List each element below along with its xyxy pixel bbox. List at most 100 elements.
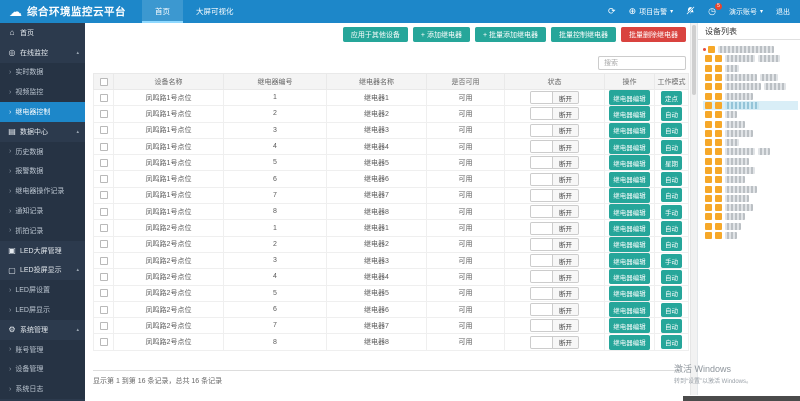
sidebar-item-account-mgmt[interactable]: › 账号管理	[0, 339, 85, 360]
row-checkbox[interactable]	[99, 338, 108, 347]
device-tree-item[interactable]	[703, 147, 798, 156]
row-checkbox[interactable]	[99, 191, 108, 200]
device-tree-item[interactable]	[703, 175, 798, 184]
row-checkbox[interactable]	[99, 256, 108, 265]
status-toggle[interactable]: 断开	[530, 335, 579, 349]
status-toggle[interactable]: 断开	[530, 123, 579, 137]
device-tree-item[interactable]	[703, 194, 798, 203]
status-toggle[interactable]: 断开	[530, 156, 579, 170]
row-checkbox[interactable]	[99, 305, 108, 314]
sidebar-item-realtime-data[interactable]: › 实时数据	[0, 62, 85, 83]
status-toggle[interactable]: 断开	[530, 319, 579, 333]
relay-edit-button[interactable]: 继电器编辑	[609, 318, 650, 333]
relay-edit-button[interactable]: 继电器编辑	[609, 172, 650, 187]
account-dropdown[interactable]: 演示账号 ▾	[729, 7, 763, 17]
relay-edit-button[interactable]: 继电器编辑	[609, 139, 650, 154]
sidebar-item-video-monitor[interactable]: › 视频监控	[0, 82, 85, 103]
status-toggle[interactable]: 断开	[530, 205, 579, 219]
row-checkbox[interactable]	[99, 126, 108, 135]
row-checkbox[interactable]	[99, 175, 108, 184]
device-tree-item[interactable]	[703, 184, 798, 193]
apply-to-other-devices-button[interactable]: 应用于其他设备	[342, 27, 408, 42]
tab-big-screen[interactable]: 大屏可视化	[183, 0, 247, 23]
device-tree-item[interactable]	[703, 119, 798, 128]
status-toggle[interactable]: 断开	[530, 172, 579, 186]
batch-delete-relay-button[interactable]: 批量删除继电器	[621, 27, 686, 42]
bell-muted-icon[interactable]	[686, 6, 695, 17]
sidebar-item-relay-control[interactable]: › 继电器控制	[0, 102, 85, 122]
status-toggle[interactable]: 断开	[530, 107, 579, 121]
sidebar-item-alarm-data[interactable]: › 报警数据	[0, 161, 85, 182]
device-tree-item[interactable]	[703, 54, 798, 63]
sidebar-item-history-data[interactable]: › 历史数据	[0, 141, 85, 162]
search-input[interactable]	[598, 56, 686, 70]
status-toggle[interactable]: 断开	[530, 140, 579, 154]
clock-icon[interactable]: ◷ 5	[708, 3, 722, 16]
status-toggle[interactable]: 断开	[530, 286, 579, 300]
sidebar-item-led-cast-display[interactable]: ▢ LED投屏显示 ▴	[0, 260, 85, 281]
sidebar-item-system-log[interactable]: › 系统日志	[0, 379, 85, 400]
sidebar-item-data-center[interactable]: ▤ 数据中心 ▴	[0, 121, 85, 142]
status-toggle[interactable]: 断开	[530, 254, 579, 268]
sidebar-item-led-settings[interactable]: › LED屏设置	[0, 280, 85, 301]
logout-button[interactable]: 退出	[776, 7, 790, 17]
sidebar-item-online-monitor[interactable]: ◎ 在线监控 ▴	[0, 42, 85, 63]
relay-edit-button[interactable]: 继电器编辑	[609, 220, 650, 236]
relay-edit-button[interactable]: 继电器编辑	[609, 106, 650, 122]
row-checkbox[interactable]	[99, 142, 108, 151]
tab-home[interactable]: 首页	[142, 0, 183, 23]
row-checkbox[interactable]	[99, 240, 108, 249]
relay-edit-button[interactable]: 继电器编辑	[609, 123, 650, 138]
batch-control-relay-button[interactable]: 批量控制继电器	[551, 27, 616, 42]
row-checkbox[interactable]	[99, 321, 108, 330]
row-checkbox[interactable]	[99, 158, 108, 167]
row-checkbox[interactable]	[99, 93, 108, 102]
device-tree-item[interactable]	[703, 222, 798, 231]
relay-edit-button[interactable]: 继电器编辑	[609, 334, 650, 350]
status-toggle[interactable]: 断开	[530, 188, 579, 202]
horizontal-scrollbar[interactable]	[683, 396, 800, 401]
device-tree-item[interactable]	[703, 45, 798, 54]
status-toggle[interactable]: 断开	[530, 303, 579, 316]
device-tree-item[interactable]	[703, 100, 798, 111]
sidebar-item-led-display[interactable]: › LED屏显示	[0, 300, 85, 320]
device-tree-item[interactable]	[703, 138, 798, 147]
relay-edit-button[interactable]: 继电器编辑	[609, 286, 650, 301]
scrollbar-thumb[interactable]	[692, 25, 696, 95]
vertical-scrollbar[interactable]	[690, 23, 697, 395]
row-checkbox[interactable]	[99, 289, 108, 298]
sidebar-item-relay-op-log[interactable]: › 继电器操作记录	[0, 181, 85, 202]
status-toggle[interactable]: 断开	[530, 221, 579, 235]
row-checkbox[interactable]	[99, 207, 108, 216]
status-toggle[interactable]: 断开	[530, 270, 579, 284]
add-relay-button[interactable]: + 添加继电器	[412, 27, 470, 42]
relay-edit-button[interactable]: 继电器编辑	[609, 188, 650, 203]
sidebar-item-system-mgmt[interactable]: ⚙ 系统管理 ▴	[0, 319, 85, 340]
relay-edit-button[interactable]: 继电器编辑	[609, 302, 650, 317]
device-tree-item[interactable]	[703, 73, 798, 82]
relay-edit-button[interactable]: 继电器编辑	[609, 90, 650, 105]
row-checkbox[interactable]	[99, 272, 108, 281]
device-tree-item[interactable]	[703, 129, 798, 138]
status-toggle[interactable]: 断开	[530, 237, 579, 251]
device-tree-item[interactable]	[703, 157, 798, 166]
sidebar-item-led-screen-mgmt[interactable]: ▣ LED大屏管理	[0, 240, 85, 261]
select-all-checkbox[interactable]	[99, 77, 108, 86]
sidebar-item-device-mgmt[interactable]: › 设备管理	[0, 359, 85, 380]
relay-edit-button[interactable]: 继电器编辑	[609, 204, 650, 219]
device-tree-item[interactable]	[703, 91, 798, 100]
device-tree-item[interactable]	[703, 231, 798, 240]
device-tree-item[interactable]	[703, 64, 798, 73]
sidebar-item-home[interactable]: ⌂ 首页	[0, 23, 85, 43]
device-tree-item[interactable]	[703, 82, 798, 91]
device-tree-item[interactable]	[703, 110, 798, 119]
batch-add-relay-button[interactable]: + 批量添加继电器	[474, 27, 546, 42]
sidebar-item-notify-log[interactable]: › 通知记录	[0, 201, 85, 221]
status-toggle[interactable]: 断开	[530, 91, 579, 105]
device-tree-item[interactable]	[703, 166, 798, 175]
device-tree-item[interactable]	[703, 212, 798, 221]
relay-edit-button[interactable]: 继电器编辑	[609, 253, 650, 268]
relay-edit-button[interactable]: 继电器编辑	[609, 155, 650, 170]
device-tree-item[interactable]	[703, 203, 798, 212]
project-alarm-dropdown[interactable]: ⊕ 项目告警 ▾	[629, 7, 674, 17]
